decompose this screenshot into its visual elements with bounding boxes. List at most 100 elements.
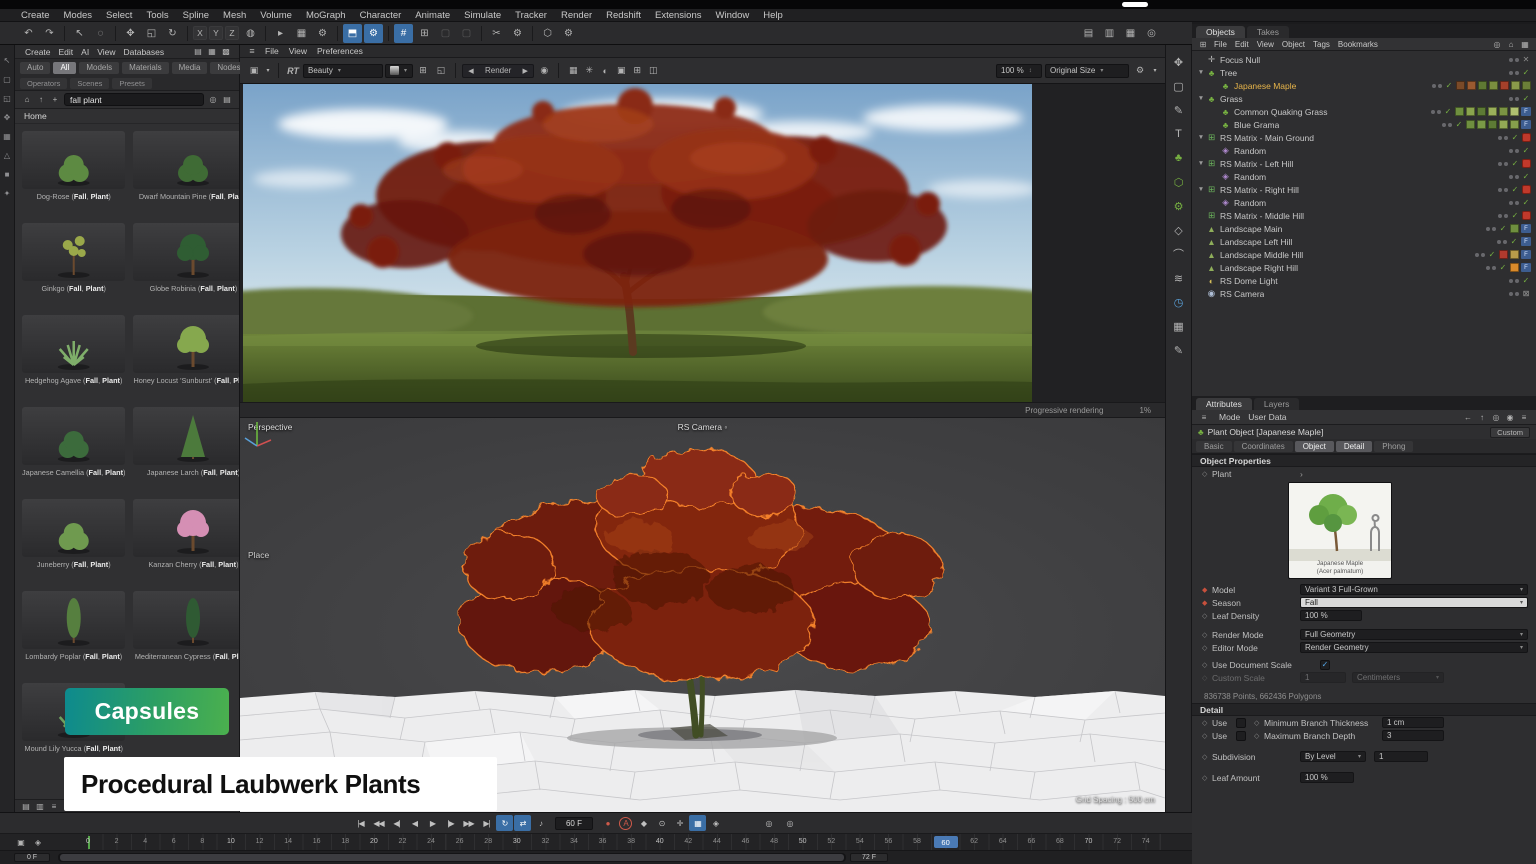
scale-tool-icon[interactable]: ◱ — [142, 24, 161, 43]
menu-animate[interactable]: Animate — [408, 10, 457, 21]
material-tag-icon[interactable] — [1511, 81, 1520, 90]
y-axis-lock-icon[interactable]: Y — [209, 26, 223, 40]
custom-scale-field[interactable]: 1 — [1300, 672, 1346, 683]
leaf-density-field[interactable]: 100 % — [1300, 610, 1362, 621]
enabled-toggle-icon[interactable]: ✕ — [1521, 55, 1531, 64]
render-visibility-dot[interactable] — [1481, 253, 1485, 257]
plant-preview-image[interactable]: Japanese Maple (Acer palmatum) — [1288, 482, 1392, 579]
object-search-icon[interactable]: ◎ — [1491, 39, 1503, 50]
material-tag-icon[interactable] — [1488, 120, 1497, 129]
edges-mode-icon[interactable]: △ — [1, 149, 14, 162]
material-tag-icon[interactable] — [1489, 81, 1498, 90]
enabled-toggle-icon[interactable]: ✓ — [1510, 133, 1520, 142]
material-tag-icon[interactable] — [1510, 120, 1519, 129]
menu-mograph[interactable]: MoGraph — [299, 10, 353, 21]
tool-cursor-icon[interactable]: ↖ — [1, 54, 14, 67]
add-source-icon[interactable]: + — [49, 94, 61, 106]
solo-toggle-icon[interactable]: ◎ — [760, 815, 777, 831]
menu-simulate[interactable]: Simulate — [457, 10, 508, 21]
ab-compare-icon[interactable]: ◐ — [597, 63, 613, 79]
enabled-toggle-icon[interactable]: ✓ — [1498, 263, 1508, 272]
previous-frame-icon[interactable]: ◀| — [388, 815, 405, 831]
editor-visibility-dot[interactable] — [1475, 253, 1479, 257]
attr-lock-icon[interactable]: ◉ — [1504, 411, 1516, 423]
renderview-panel-icon[interactable]: ≡ — [244, 43, 260, 59]
key-parameter-icon[interactable]: ▦ — [689, 815, 706, 831]
folder-up-icon[interactable]: ↑ — [35, 94, 47, 106]
attr-mode-icon[interactable]: ≡ — [1198, 411, 1210, 423]
tool-extra-b-icon[interactable]: ▢ — [457, 24, 476, 43]
object-menu-file[interactable]: File — [1210, 40, 1231, 49]
material-tag-icon[interactable] — [1478, 81, 1487, 90]
perspective-viewport[interactable]: Perspective RS Camera ◦ Place Grid Spaci… — [240, 418, 1165, 812]
frame-ruler[interactable]: ▣◈ 0246810121416182022242628303234363840… — [0, 834, 1192, 851]
enabled-toggle-icon[interactable]: ✓ — [1521, 68, 1531, 77]
home-icon[interactable]: ⌂ — [21, 94, 33, 106]
attr-tab-detail[interactable]: Detail — [1336, 441, 1372, 452]
asset-tile-japanese-larch-fall-plant[interactable]: Japanese Larch (Fall, Plant) — [131, 405, 239, 493]
key-position-icon[interactable]: ◆ — [635, 815, 652, 831]
render-visibility-dot[interactable] — [1448, 123, 1452, 127]
render-visibility-dot[interactable] — [1504, 188, 1508, 192]
keyframe-mode-icon[interactable]: ▣ — [15, 836, 27, 848]
max-branch-use-checkbox[interactable] — [1236, 731, 1246, 741]
enabled-toggle-icon[interactable]: ✓ — [1510, 159, 1520, 168]
enabled-toggle-icon[interactable]: ✓ — [1521, 276, 1531, 285]
view-size-select[interactable]: Original Size▾ — [1045, 64, 1129, 78]
max-branch-field[interactable]: 3 — [1382, 730, 1444, 741]
render-toggle-icon[interactable]: ◎ — [781, 815, 798, 831]
annotation-tool-icon[interactable]: ✎ — [1169, 340, 1189, 360]
breadcrumb[interactable]: Home — [15, 109, 239, 124]
expand-caret-icon[interactable]: › — [1300, 469, 1303, 479]
expander-icon[interactable]: ▼ — [1196, 160, 1206, 167]
object-menu-object[interactable]: Object — [1278, 40, 1309, 49]
save-render-icon[interactable]: ▣ — [246, 63, 262, 79]
min-branch-use-checkbox[interactable] — [1236, 718, 1246, 728]
enabled-toggle-icon[interactable]: ✓ — [1498, 224, 1508, 233]
object-axis-mode-icon[interactable]: ✥ — [1, 111, 14, 124]
redshift-tag-icon[interactable] — [1522, 185, 1531, 194]
expander-icon[interactable]: ▼ — [1196, 69, 1206, 76]
object-row-random[interactable]: ◈Random✓ — [1192, 170, 1536, 183]
menu-spline[interactable]: Spline — [176, 10, 216, 21]
render-visibility-dot[interactable] — [1515, 97, 1519, 101]
material-tag-icon[interactable] — [1455, 107, 1464, 116]
attr-tab-phong[interactable]: Phong — [1374, 441, 1413, 452]
menu-character[interactable]: Character — [353, 10, 409, 21]
material-tag-icon[interactable] — [1488, 107, 1497, 116]
attr-tab-basic[interactable]: Basic — [1196, 441, 1232, 452]
filter-tab-all[interactable]: All — [53, 62, 76, 74]
polygons-mode-icon[interactable]: ■ — [1, 168, 14, 181]
attr-tab-coordinates[interactable]: Coordinates — [1234, 441, 1293, 452]
move-tool-icon[interactable]: ✥ — [121, 24, 140, 43]
browser-view-grid-icon[interactable]: ▦ — [206, 46, 218, 58]
render-visibility-dot[interactable] — [1515, 292, 1519, 296]
previous-render-button[interactable]: ◀ — [465, 63, 477, 79]
menu-select[interactable]: Select — [99, 10, 139, 21]
asset-tile-honey-locust-sunburst-fall-plant[interactable]: Honey Locust 'Sunburst' (Fall, Plant) — [131, 313, 239, 401]
chevron-down-icon[interactable]: ▾ — [1151, 63, 1159, 79]
object-row-tree[interactable]: ▼♣Tree✓ — [1192, 66, 1536, 79]
browser-view-list-icon[interactable]: ▤ — [192, 46, 204, 58]
deformer-object-icon[interactable]: ≋ — [1169, 268, 1189, 288]
knife-tool-icon[interactable]: ✂ — [487, 24, 506, 43]
material-tag-icon[interactable] — [1522, 81, 1531, 90]
render-view-icon[interactable]: ▸ — [271, 24, 290, 43]
object-menu-view[interactable]: View — [1253, 40, 1278, 49]
editor-visibility-dot[interactable] — [1432, 84, 1436, 88]
simulate-settings-icon[interactable]: ⚙ — [364, 24, 383, 43]
range-end-field[interactable]: 72 F — [850, 853, 888, 862]
asset-tile-globe-robinia-fall-plant[interactable]: Globe Robinia (Fall, Plant) — [131, 221, 239, 309]
snap-grid-icon[interactable]: # — [394, 24, 413, 43]
enabled-toggle-icon[interactable]: ✓ — [1510, 211, 1520, 220]
editor-visibility-dot[interactable] — [1509, 71, 1513, 75]
range-start-field[interactable]: 0 F — [14, 853, 50, 862]
object-row-rs-matrix-left-hill[interactable]: ▼⊞RS Matrix - Left Hill✓ — [1192, 157, 1536, 170]
asset-menu-ai[interactable]: AI — [77, 47, 93, 57]
material-tag-icon[interactable] — [1499, 250, 1508, 259]
tool-extra-a-icon[interactable]: ▢ — [436, 24, 455, 43]
attr-tab-object[interactable]: Object — [1295, 441, 1334, 452]
redo-icon[interactable]: ↷ — [40, 24, 59, 43]
object-row-rs-camera[interactable]: ◉RS Camera⊠ — [1192, 287, 1536, 300]
text-tool-icon[interactable]: T — [1169, 124, 1189, 144]
